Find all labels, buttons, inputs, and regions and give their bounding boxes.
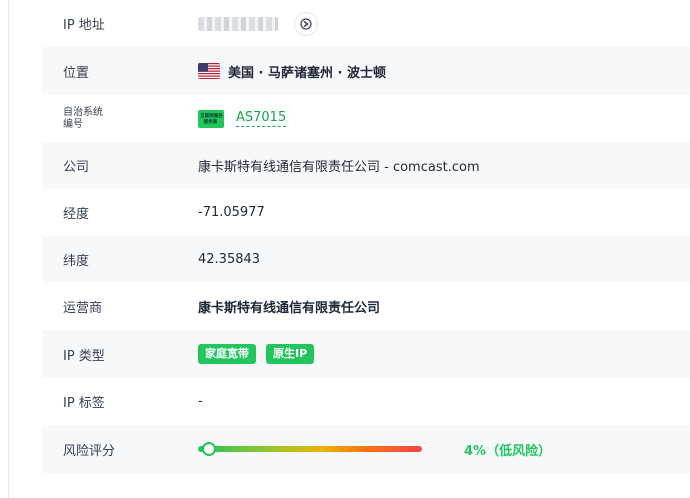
isp-logo-icon: 互联网服务 提供商 (198, 109, 224, 128)
longitude-value: -71.05977 (198, 205, 265, 220)
location-value: 美国 · 马萨诸塞州 · 波士顿 (228, 65, 386, 81)
row-operator: 运营商 康卡斯特有线通信有限责任公司 (42, 283, 690, 330)
latitude-label: 纬度 (63, 254, 90, 269)
risk-score-bar (198, 442, 422, 456)
us-flag-icon (198, 63, 220, 79)
asn-label: 自治系统 编号 (42, 107, 198, 131)
asn-link[interactable]: AS7015 (236, 110, 287, 127)
left-frame-border (0, 0, 9, 498)
masked-ip-value (198, 16, 278, 31)
ip-type-badges: 家庭宽带 原生IP (198, 344, 324, 364)
isp-logo-line1: 互联网服务 (199, 112, 223, 119)
latitude-value: 42.35843 (198, 252, 261, 267)
row-latitude: 纬度 42.35843 (42, 236, 690, 283)
row-longitude: 经度 -71.05977 (42, 189, 690, 236)
row-company: 公司 康卡斯特有线通信有限责任公司 - comcast.com (42, 142, 690, 189)
ip-address-value (198, 11, 318, 36)
ip-info-table: IP 地址 位置 美国 · 马萨诸塞州 · 波士顿 自治系统 编号 互联网服务 … (42, 0, 690, 473)
row-ip-address: IP 地址 (42, 0, 690, 47)
asn-value-wrap: 互联网服务 提供商 AS7015 (198, 109, 287, 128)
company-value: 康卡斯特有线通信有限责任公司 - comcast.com (198, 160, 480, 175)
asn-label-line1: 自治系统 (63, 106, 103, 118)
copy-button[interactable] (294, 11, 318, 36)
badge-native-ip: 原生IP (266, 344, 315, 364)
row-asn: 自治系统 编号 互联网服务 提供商 AS7015 (42, 95, 690, 142)
ip-type-label: IP 类型 (63, 348, 105, 364)
location-value-wrap: 美国 · 马萨诸塞州 · 波士顿 (198, 62, 386, 81)
location-label: 位置 (63, 65, 90, 81)
badge-home-broadband: 家庭宽带 (198, 344, 256, 364)
row-ip-type: IP 类型 家庭宽带 原生IP (42, 330, 690, 378)
ip-tags-value: - (198, 394, 203, 409)
risk-score-label: 风险评分 (63, 443, 116, 459)
company-label: 公司 (63, 160, 90, 175)
operator-label: 运营商 (63, 301, 103, 316)
longitude-label: 经度 (63, 207, 90, 222)
operator-value: 康卡斯特有线通信有限责任公司 (198, 301, 381, 316)
asn-label-line2: 编号 (63, 118, 83, 130)
copy-icon (300, 17, 312, 30)
ip-address-label: IP 地址 (63, 18, 105, 33)
row-location: 位置 美国 · 马萨诸塞州 · 波士顿 (42, 47, 690, 95)
row-risk-score: 风险评分 4%（低风险） (42, 425, 690, 473)
row-ip-tags: IP 标签 - (42, 378, 690, 425)
risk-score-text: 4%（低风险） (464, 443, 552, 459)
risk-score-indicator (201, 442, 216, 456)
isp-logo-line2: 提供商 (204, 118, 218, 125)
ip-tags-label: IP 标签 (63, 396, 105, 411)
risk-score-value: 4%（低风险） (198, 440, 551, 459)
